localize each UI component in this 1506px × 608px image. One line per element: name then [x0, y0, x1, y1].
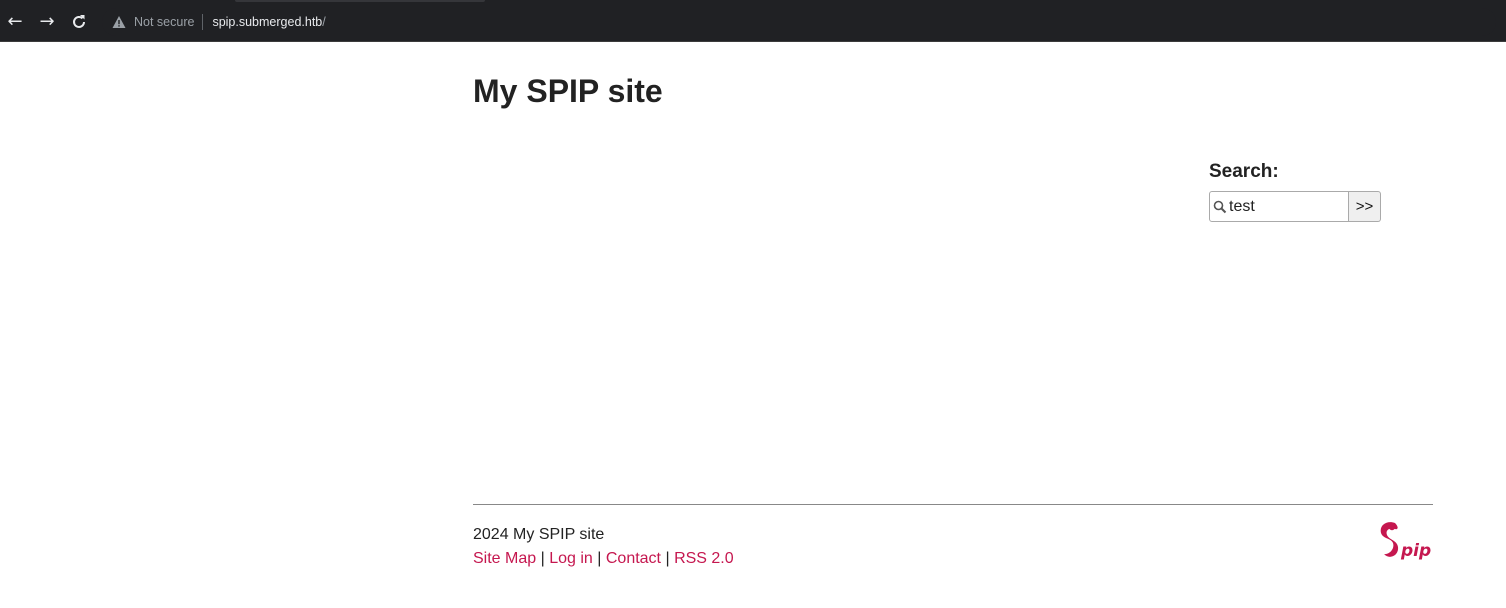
- search-form: Search: >>: [1209, 161, 1381, 222]
- log-in-link[interactable]: Log in: [549, 550, 593, 567]
- svg-text:pip: pip: [1400, 541, 1431, 561]
- search-submit-button[interactable]: >>: [1349, 191, 1381, 222]
- security-status-text[interactable]: Not secure: [134, 15, 194, 29]
- link-separator: |: [665, 550, 670, 567]
- forward-arrow-icon[interactable]: →: [36, 11, 58, 33]
- active-tab-edge[interactable]: [235, 0, 485, 2]
- address-divider: [202, 14, 204, 30]
- site-title[interactable]: My SPIP site: [473, 73, 663, 110]
- search-input[interactable]: [1229, 192, 1347, 221]
- link-separator: |: [597, 550, 602, 567]
- url-host: spip.submerged.htb: [212, 15, 323, 29]
- browser-toolbar: ← → Not secure spip.submerged.htb/: [0, 0, 1506, 42]
- rss-link[interactable]: RSS 2.0: [674, 550, 734, 567]
- site-map-link[interactable]: Site Map: [473, 550, 536, 567]
- footer-links: Site Map | Log in | Contact | RSS 2.0: [473, 547, 734, 571]
- search-field[interactable]: [1209, 191, 1349, 222]
- spip-logo-icon[interactable]: pip: [1377, 520, 1433, 567]
- link-separator: |: [540, 550, 545, 567]
- address-bar[interactable]: Not secure spip.submerged.htb/: [102, 8, 1496, 36]
- contact-link[interactable]: Contact: [606, 550, 661, 567]
- url-text[interactable]: spip.submerged.htb/: [212, 15, 325, 29]
- url-path: /: [322, 15, 326, 29]
- back-arrow-icon[interactable]: ←: [4, 11, 26, 33]
- search-label: Search:: [1209, 161, 1279, 182]
- footer-copyright: 2024 My SPIP site: [473, 526, 605, 543]
- magnifier-icon: [1213, 200, 1227, 214]
- page-content: My SPIP site Search: >> 2024 My SPIP sit…: [473, 42, 1433, 607]
- footer: 2024 My SPIP site Site Map | Log in | Co…: [473, 523, 734, 571]
- search-row: >>: [1209, 191, 1381, 222]
- reload-icon[interactable]: [68, 11, 90, 33]
- warning-triangle-icon[interactable]: [112, 15, 126, 29]
- footer-divider: [473, 504, 1433, 505]
